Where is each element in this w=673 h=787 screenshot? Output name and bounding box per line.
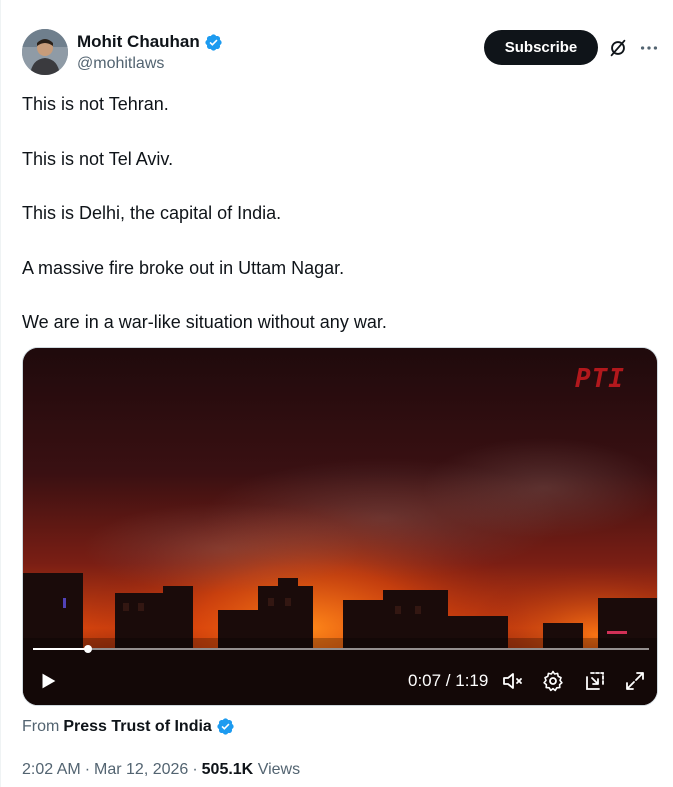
subscribe-button[interactable]: Subscribe [484, 30, 598, 65]
tweet-meta: 2:02 AM · Mar 12, 2026 · 505.1K Views [22, 761, 300, 779]
verified-badge-icon [217, 718, 234, 735]
tweet-date[interactable]: Mar 12, 2026 [94, 761, 188, 778]
grok-slash-icon[interactable] [607, 37, 629, 59]
tweet-line: A massive fire broke out in Uttam Nagar. [22, 257, 345, 278]
source-name-link[interactable]: Press Trust of India [63, 718, 211, 736]
video-source: From Press Trust of India [22, 717, 235, 736]
pti-watermark: PTI [575, 364, 625, 394]
more-options-icon[interactable] [638, 37, 660, 59]
tweet-line: We are in a war-like situation without a… [22, 312, 387, 332]
video-progress-fill [33, 648, 88, 650]
tweet-line: This is not Tehran. [22, 94, 169, 114]
source-prefix: From [22, 717, 60, 735]
author-handle[interactable]: @mohitlaws [77, 55, 164, 73]
muted-speaker-icon[interactable] [501, 669, 525, 693]
author-name-text[interactable]: Mohit Chauhan [77, 32, 200, 52]
fullscreen-expand-icon[interactable] [623, 669, 647, 693]
video-player[interactable]: PTI 0:07 / 1:19 [22, 347, 658, 706]
tweet-time[interactable]: 2:02 AM [22, 761, 81, 778]
tweet-text: This is not Tehran. This is not Tel Aviv… [22, 92, 652, 365]
video-progress-knob[interactable] [83, 645, 92, 653]
video-time: 0:07 / 1:19 [408, 671, 489, 690]
separator-dot: · [192, 761, 198, 778]
separator-dot: · [84, 761, 91, 778]
views-label: Views [257, 761, 301, 778]
video-progress-bar[interactable] [33, 645, 649, 653]
author-name[interactable]: Mohit Chauhan [77, 32, 223, 52]
picture-in-picture-icon[interactable] [583, 669, 607, 693]
video-frame-fire-scene [23, 348, 657, 705]
play-icon[interactable] [37, 670, 59, 692]
tweet-line: This is Delhi, the capital of India. [22, 203, 282, 223]
tweet-line: This is not Tel Aviv. [22, 148, 174, 169]
avatar[interactable] [22, 29, 68, 75]
tweet-card: Mohit Chauhan @mohitlaws Subscribe This … [0, 0, 673, 787]
views-count: 505.1K [201, 761, 254, 778]
verified-badge-icon [205, 33, 222, 51]
settings-gear-icon[interactable] [541, 669, 565, 693]
